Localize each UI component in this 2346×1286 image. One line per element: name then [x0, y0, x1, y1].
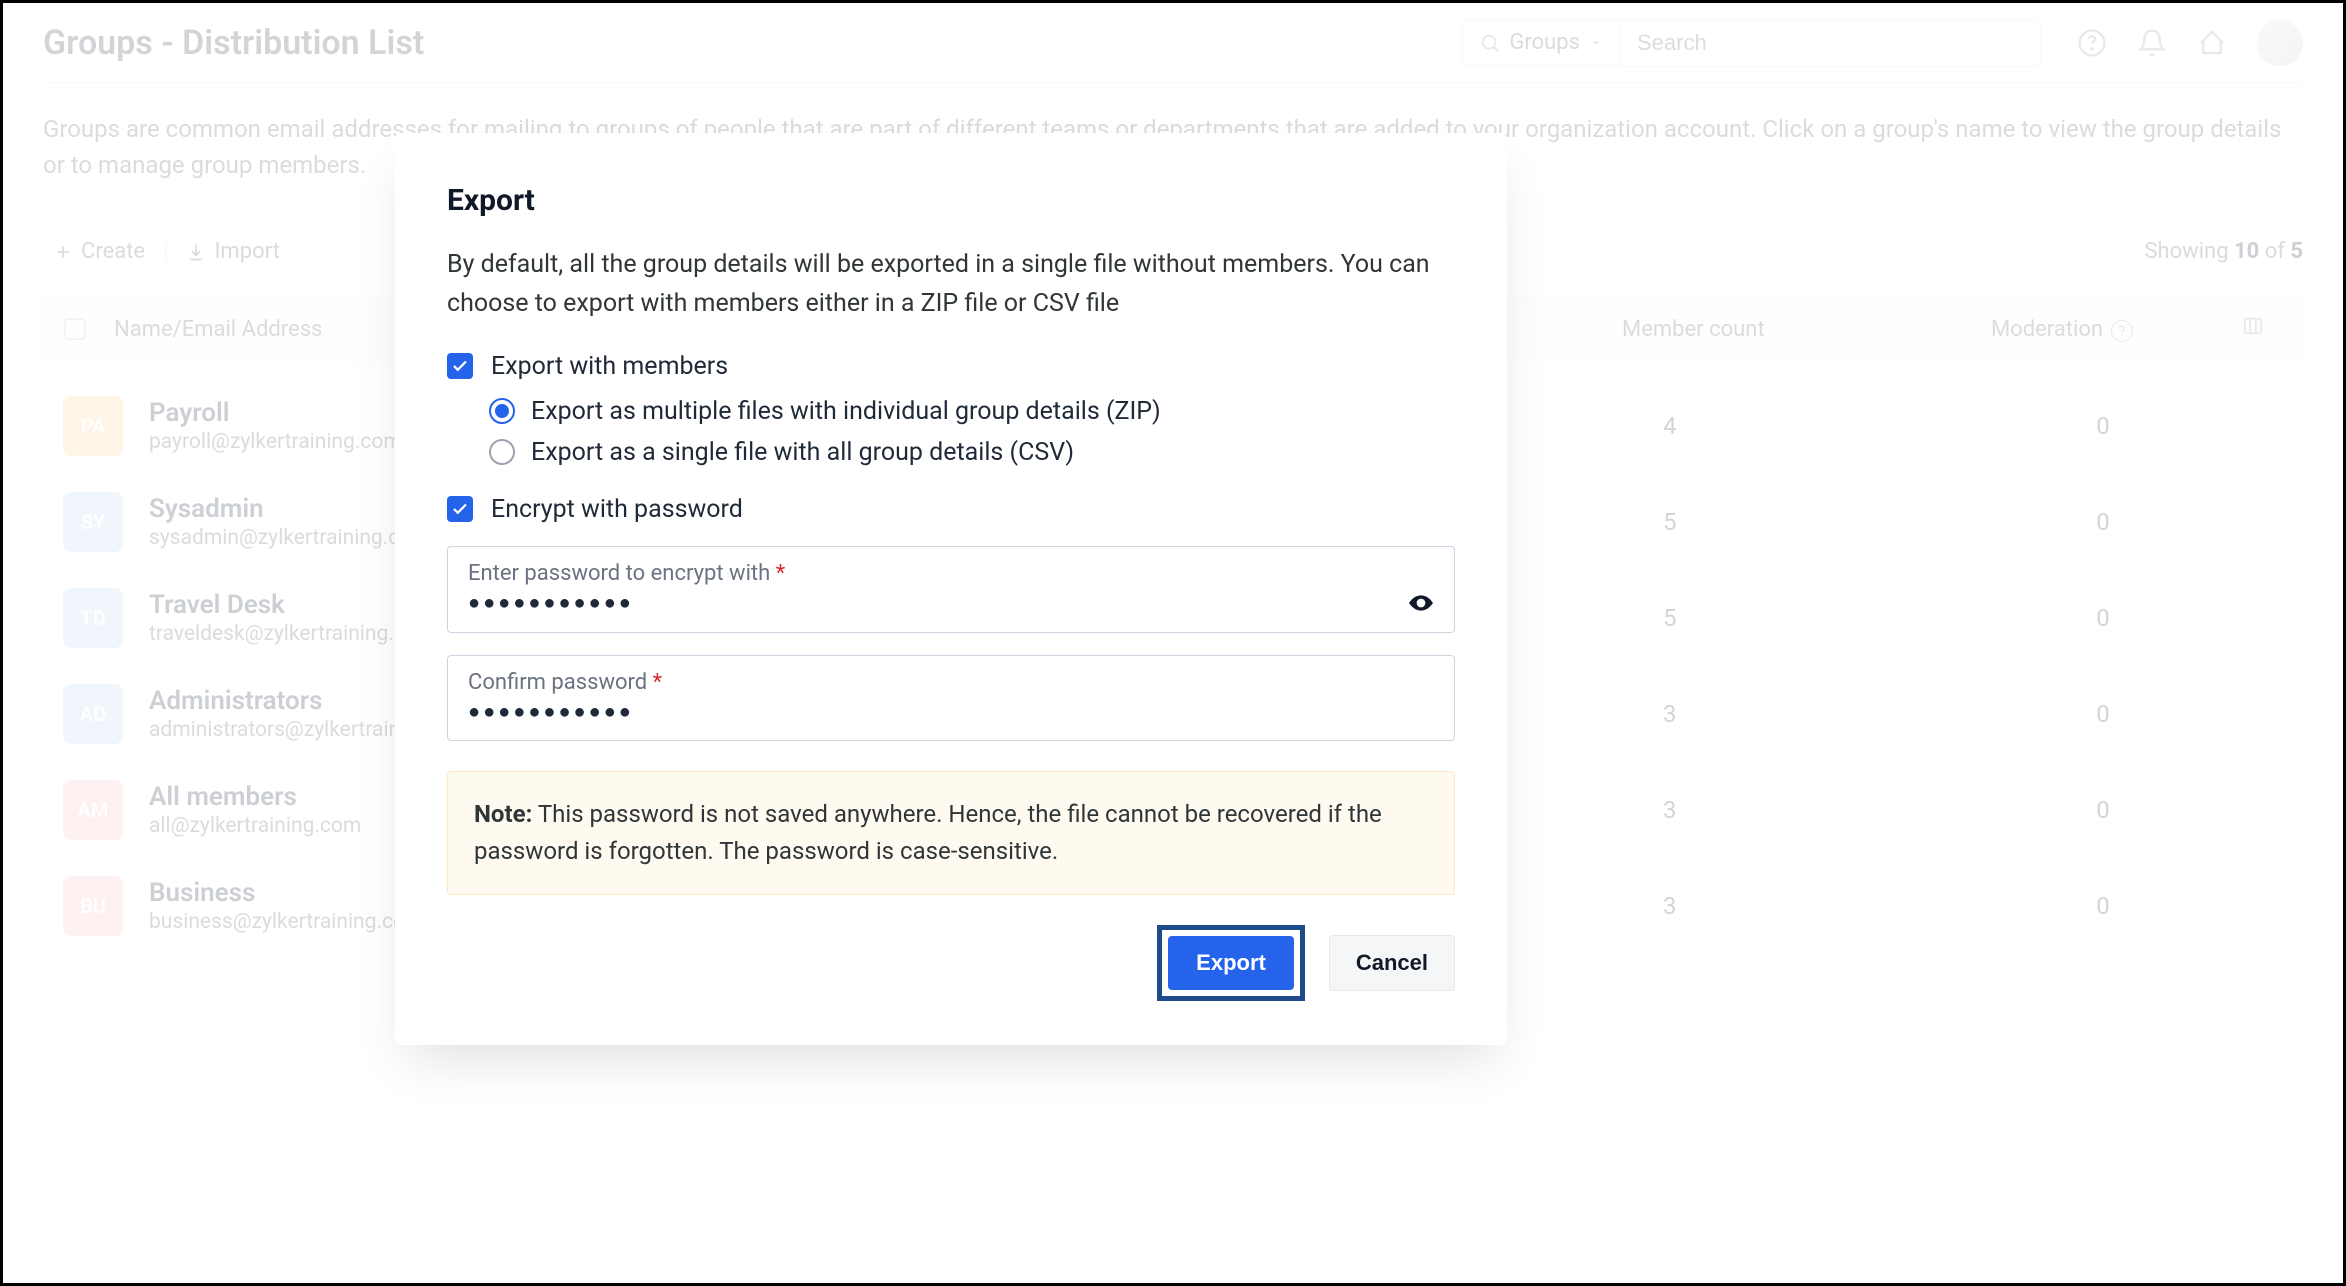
export-modal: Export By default, all the group details… [395, 133, 1507, 1045]
password-value: ●●●●●●●●●●● [468, 590, 634, 615]
note-box: Note: This password is not saved anywher… [447, 771, 1455, 895]
radio-checked-icon [489, 398, 515, 424]
cancel-button[interactable]: Cancel [1329, 935, 1455, 991]
modal-description: By default, all the group details will b… [447, 246, 1455, 324]
encrypt-checkbox[interactable]: Encrypt with password [447, 495, 1455, 524]
modal-title: Export [447, 183, 1455, 218]
password-field[interactable]: Enter password to encrypt with * ●●●●●●●… [447, 546, 1455, 633]
export-with-members-checkbox[interactable]: Export with members [447, 352, 1455, 381]
confirm-password-value: ●●●●●●●●●●● [468, 699, 634, 724]
eye-icon[interactable] [1408, 590, 1434, 616]
radio-zip[interactable]: Export as multiple files with individual… [489, 397, 1455, 426]
confirm-password-field[interactable]: Confirm password * ●●●●●●●●●●● [447, 655, 1455, 741]
export-button[interactable]: Export [1168, 936, 1294, 990]
checkbox-checked-icon [447, 353, 473, 379]
radio-unchecked-icon [489, 439, 515, 465]
export-button-highlight: Export [1157, 925, 1305, 1001]
checkbox-checked-icon [447, 496, 473, 522]
radio-csv[interactable]: Export as a single file with all group d… [489, 438, 1455, 467]
